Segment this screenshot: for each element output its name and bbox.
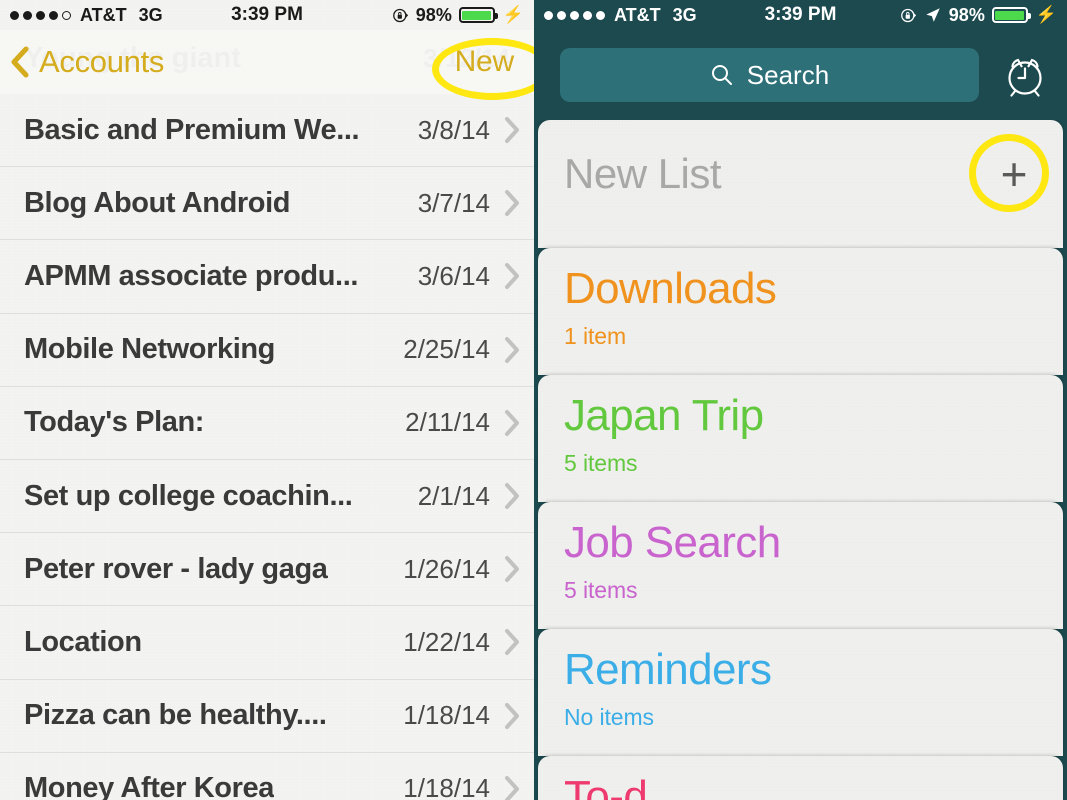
table-row[interactable]: Location 1/22/14 xyxy=(0,606,534,680)
chevron-right-icon xyxy=(505,117,519,144)
chevron-right-icon xyxy=(505,483,519,510)
table-row[interactable]: Set up college coachin... 2/1/14 xyxy=(0,460,534,534)
left-nav-bar: Accounts New xyxy=(0,30,534,94)
search-input[interactable]: Search xyxy=(560,48,979,102)
chevron-right-icon xyxy=(505,190,519,217)
note-title: Today's Plan: xyxy=(24,406,205,439)
note-title: Basic and Premium We... xyxy=(24,113,360,146)
clock-label: 3:39 PM xyxy=(764,4,837,25)
list-item[interactable]: Japan Trip 5 items xyxy=(538,375,1063,502)
table-row[interactable]: APMM associate produ... 3/6/14 xyxy=(0,240,534,314)
chevron-right-icon xyxy=(505,409,519,436)
battery-icon xyxy=(991,7,1031,23)
lists-container: New List + Downloads 1 item Japan Trip 5… xyxy=(534,120,1067,800)
list-item[interactable]: Downloads 1 item xyxy=(538,248,1063,375)
list-item[interactable]: Reminders No items xyxy=(538,629,1063,756)
list-item-count: No items xyxy=(564,704,654,731)
list-name: Job Search xyxy=(564,518,781,567)
note-date: 3/7/14 xyxy=(417,187,490,218)
note-date: 1/18/14 xyxy=(403,700,490,731)
new-list-card[interactable]: New List + xyxy=(538,120,1063,248)
note-date: 2/11/14 xyxy=(405,407,490,438)
list-item-count: 5 items xyxy=(564,450,638,477)
alarm-clock-icon xyxy=(1008,58,1042,97)
left-panel-notes-list: AT&T 3G 3:39 PM 98% ⚡ Young the giant 3/… xyxy=(0,0,534,800)
chevron-left-icon xyxy=(11,46,29,78)
table-row[interactable]: Blog About Android 3/7/14 xyxy=(0,167,534,241)
table-row[interactable]: Today's Plan: 2/11/14 xyxy=(0,387,534,460)
note-title: Mobile Networking xyxy=(24,333,275,366)
chevron-right-icon xyxy=(505,556,519,583)
list-item-count: 1 item xyxy=(564,323,627,350)
chevron-right-icon xyxy=(505,775,519,800)
new-list-row: New List + xyxy=(564,150,1037,198)
note-date: 2/1/14 xyxy=(417,480,490,511)
note-date: 1/22/14 xyxy=(403,626,490,657)
chevron-right-icon xyxy=(505,336,519,363)
right-panel-lists: AT&T 3G 3:39 PM 98% ⚡ Search New List + … xyxy=(534,0,1067,800)
new-note-button[interactable]: New xyxy=(455,45,520,79)
note-title: Location xyxy=(24,625,142,658)
search-icon xyxy=(711,65,732,85)
chevron-right-icon xyxy=(505,702,519,729)
chevron-right-icon xyxy=(505,263,519,290)
table-row[interactable]: Mobile Networking 2/25/14 xyxy=(0,314,534,387)
note-title: Peter rover - lady gaga xyxy=(24,552,328,585)
table-row[interactable]: Money After Korea 1/18/14 xyxy=(0,753,534,800)
back-button-label: Accounts xyxy=(39,44,165,79)
list-name: Reminders xyxy=(564,645,772,694)
battery-fill xyxy=(462,10,492,20)
list-name: Downloads xyxy=(564,264,777,313)
search-placeholder-label: Search xyxy=(746,59,830,90)
note-title: Set up college coachin... xyxy=(24,479,353,512)
alarm-button[interactable] xyxy=(997,49,1053,101)
right-header-toolbar: Search xyxy=(534,30,1067,120)
new-list-input[interactable]: New List xyxy=(564,150,722,198)
note-date: 1/26/14 xyxy=(403,553,490,584)
list-item-count: 5 items xyxy=(564,577,638,604)
chevron-right-icon xyxy=(505,629,519,656)
battery-fill xyxy=(995,10,1025,20)
list-name: To-d xyxy=(564,772,648,800)
table-row[interactable]: Pizza can be healthy.... 1/18/14 xyxy=(0,680,534,753)
note-title: APMM associate produ... xyxy=(24,259,359,292)
note-date: 3/8/14 xyxy=(417,114,490,145)
dual-screenshot-container: AT&T 3G 3:39 PM 98% ⚡ Young the giant 3/… xyxy=(0,0,1067,800)
battery-icon xyxy=(458,7,498,23)
left-status-bar: AT&T 3G 3:39 PM 98% ⚡ xyxy=(0,0,534,30)
add-list-button[interactable]: + xyxy=(991,151,1037,197)
notes-list: Basic and Premium We... 3/8/14 Blog Abou… xyxy=(0,94,534,800)
list-name: Japan Trip xyxy=(564,391,764,440)
clock-label: 3:39 PM xyxy=(231,4,303,25)
note-title: Money After Korea xyxy=(24,772,274,800)
note-title: Pizza can be healthy.... xyxy=(24,699,327,732)
right-status-bar: AT&T 3G 3:39 PM 98% ⚡ xyxy=(534,0,1067,30)
note-date: 3/6/14 xyxy=(417,260,490,291)
table-row[interactable]: Basic and Premium We... 3/8/14 xyxy=(0,94,534,168)
table-row[interactable]: Peter rover - lady gaga 1/26/14 xyxy=(0,533,534,607)
list-item[interactable]: To-d xyxy=(538,756,1063,800)
list-item[interactable]: Job Search 5 items xyxy=(538,502,1063,629)
note-date: 2/25/14 xyxy=(403,334,490,365)
back-to-accounts-button[interactable]: Accounts xyxy=(10,44,164,80)
note-title: Blog About Android xyxy=(24,186,291,219)
note-date: 1/18/14 xyxy=(403,773,490,800)
